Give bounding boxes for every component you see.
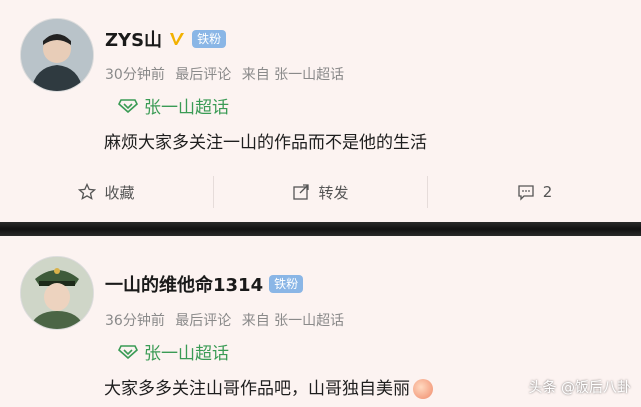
comment-button[interactable]: 2 <box>428 166 641 218</box>
user-info: ZYS山 铁粉 <box>105 26 227 52</box>
username[interactable]: ZYS山 <box>105 26 162 52</box>
supertopic-icon <box>118 98 138 113</box>
topic-label: 张一山超话 <box>144 344 229 364</box>
repost-label: 转发 <box>318 183 349 202</box>
post-card: ZYS山 铁粉 30分钟前 最后评论 来自 张一山超话 张一山超话 麻烦大家多关… <box>0 0 641 222</box>
username[interactable]: 一山的维他命1314 <box>105 271 263 297</box>
post-time: 30分钟前 <box>105 67 165 83</box>
verified-icon <box>170 33 185 45</box>
post-text: 大家多多关注山哥作品吧，山哥独自美丽 <box>104 379 410 399</box>
comment-count: 2 <box>542 183 553 201</box>
comment-type: 最后评论 <box>175 67 232 83</box>
post-source[interactable]: 来自 张一山超话 <box>242 313 344 329</box>
topic-label: 张一山超话 <box>144 98 229 118</box>
post-source[interactable]: 来自 张一山超话 <box>242 67 344 83</box>
topic-link[interactable]: 张一山超话 <box>118 93 229 118</box>
comment-type: 最后评论 <box>175 313 232 329</box>
repost-button[interactable]: 转发 <box>214 166 427 218</box>
emoji-icon <box>413 379 433 399</box>
fan-badge: 铁粉 <box>269 275 304 293</box>
comment-icon <box>518 185 534 201</box>
topic-link[interactable]: 张一山超话 <box>118 339 229 364</box>
post-content: 大家多多关注山哥作品吧，山哥独自美丽 <box>104 374 433 399</box>
post-actions: 收藏 转发 2 <box>0 166 641 218</box>
avatar[interactable] <box>20 18 94 92</box>
post-content: 麻烦大家多关注一山的作品而不是他的生活 <box>104 133 427 153</box>
supertopic-icon <box>118 344 138 359</box>
post-meta: 36分钟前 最后评论 来自 张一山超话 <box>105 310 350 330</box>
repost-icon <box>293 184 310 200</box>
post-time: 36分钟前 <box>105 313 165 329</box>
post-separator <box>0 222 641 236</box>
watermark: 头条 @饭后八卦 <box>528 380 631 396</box>
fan-badge: 铁粉 <box>192 30 227 48</box>
user-info: 一山的维他命1314 铁粉 <box>105 271 304 297</box>
star-icon <box>78 183 97 200</box>
favorite-label: 收藏 <box>104 183 135 202</box>
avatar[interactable] <box>20 256 94 330</box>
post-meta: 30分钟前 最后评论 来自 张一山超话 <box>105 64 350 84</box>
favorite-button[interactable]: 收藏 <box>0 166 213 218</box>
